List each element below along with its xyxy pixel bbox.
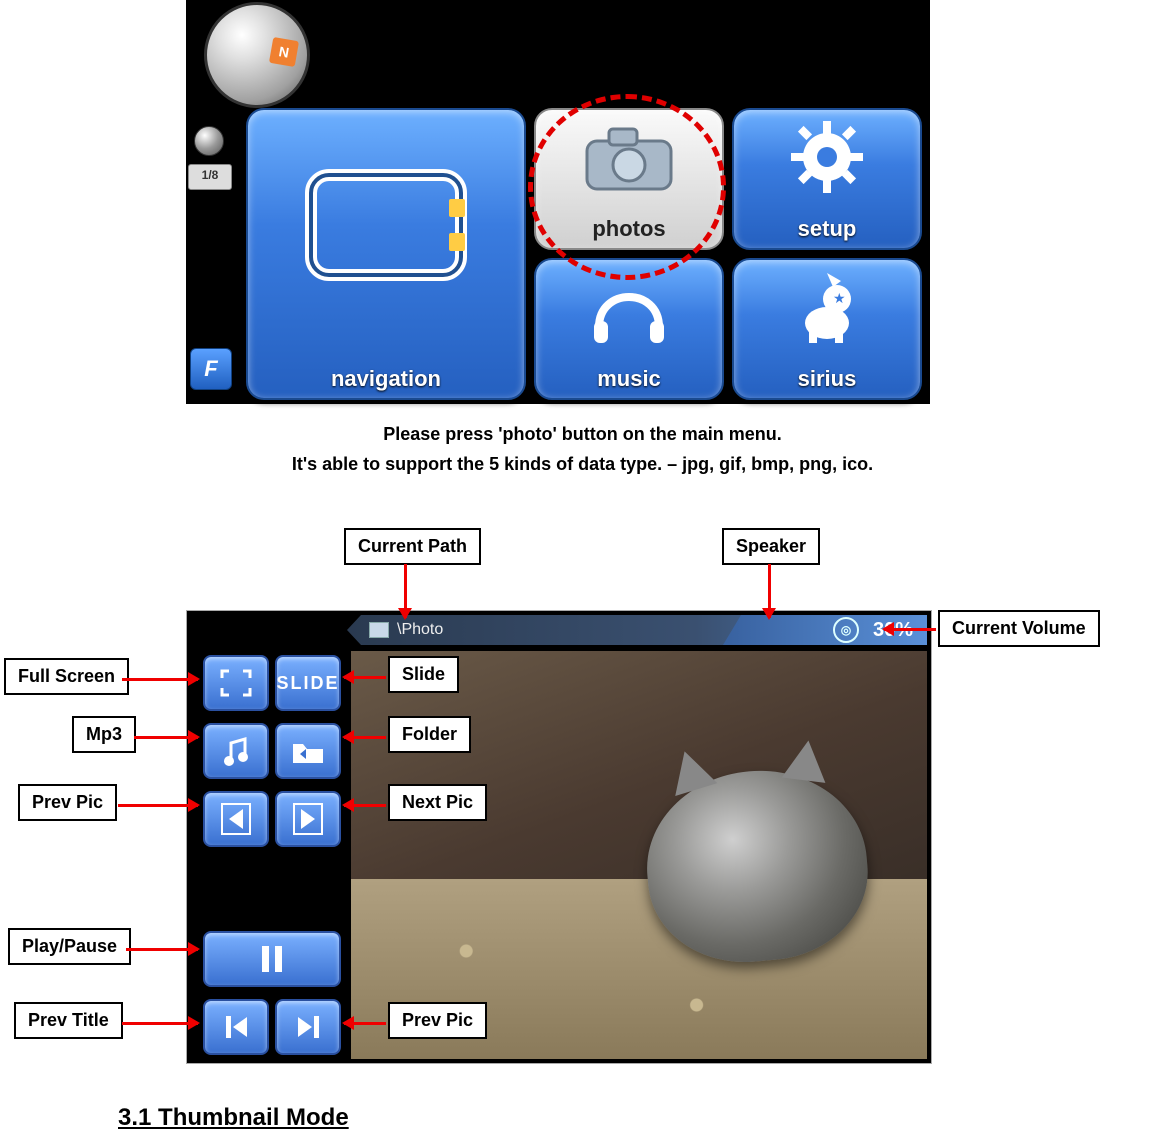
callout-current-path: Current Path <box>344 528 481 565</box>
headphones-icon <box>536 260 722 354</box>
photos-button[interactable]: photos <box>534 108 724 250</box>
main-menu-screenshot: 1/8 F navigation photos <box>186 0 930 404</box>
small-sphere-icon <box>194 126 224 156</box>
play-pause-button[interactable] <box>203 931 341 987</box>
arrow-current-volume <box>884 628 936 631</box>
callout-speaker: Speaker <box>722 528 820 565</box>
callout-current-volume: Current Volume <box>938 610 1100 647</box>
photos-label: photos <box>536 216 722 242</box>
f-badge-icon: F <box>190 348 232 390</box>
navigation-screen-icon <box>248 110 524 340</box>
callout-full-screen: Full Screen <box>4 658 129 695</box>
navigation-label: navigation <box>248 366 524 392</box>
arrow-folder <box>344 736 386 739</box>
callout-prev-title: Prev Title <box>14 1002 123 1039</box>
arrow-prev-title <box>122 1022 198 1025</box>
callout-mp3: Mp3 <box>72 716 136 753</box>
slide-button-label: SLIDE <box>277 673 340 694</box>
compass-globe-icon <box>204 2 310 108</box>
arrow-speaker <box>768 564 771 618</box>
folder-mini-icon <box>369 622 389 638</box>
navigation-button[interactable]: navigation <box>246 108 526 400</box>
arrow-next-pic <box>344 804 386 807</box>
next-title-button[interactable] <box>275 999 341 1055</box>
callout-prev-pic: Prev Pic <box>18 784 117 821</box>
callout-next-pic: Next Pic <box>388 784 487 821</box>
setup-label: setup <box>734 216 920 242</box>
svg-text:★: ★ <box>833 290 846 306</box>
next-pic-button[interactable] <box>275 791 341 847</box>
setup-button[interactable]: setup <box>732 108 922 250</box>
arrow-current-path <box>404 564 407 618</box>
slide-button[interactable]: SLIDE <box>275 655 341 711</box>
folder-button[interactable] <box>275 723 341 779</box>
caption-line-2: It's able to support the 5 kinds of data… <box>0 454 1165 475</box>
prev-pic-button[interactable] <box>203 791 269 847</box>
speaker-icon <box>833 617 859 643</box>
arrow-prev-pic <box>118 804 198 807</box>
sirius-button[interactable]: ★ sirius <box>732 258 922 400</box>
callout-prev-pic-2: Prev Pic <box>388 1002 487 1039</box>
callout-play-pause: Play/Pause <box>8 928 131 965</box>
photo-display-area <box>351 651 927 1059</box>
arrow-full-screen <box>122 678 198 681</box>
music-button[interactable]: music <box>534 258 724 400</box>
music-label: music <box>536 366 722 392</box>
arrow-prev-pic-2 <box>344 1022 386 1025</box>
caption-line-1: Please press 'photo' button on the main … <box>0 424 1165 445</box>
camera-icon <box>536 110 722 204</box>
mp3-button[interactable] <box>203 723 269 779</box>
photo-viewer-screenshot: \Photo 30% SLIDE <box>186 610 932 1064</box>
arrow-play-pause <box>126 948 198 951</box>
prev-title-button[interactable] <box>203 999 269 1055</box>
arrow-slide <box>344 676 386 679</box>
callout-slide: Slide <box>388 656 459 693</box>
sirius-dog-icon: ★ <box>734 260 920 354</box>
callout-folder: Folder <box>388 716 471 753</box>
section-heading: 3.1 Thumbnail Mode <box>118 1104 349 1132</box>
scale-indicator: 1/8 <box>188 164 232 190</box>
gear-icon <box>734 110 920 204</box>
sirius-label: sirius <box>734 366 920 392</box>
fullscreen-button[interactable] <box>203 655 269 711</box>
arrow-mp3 <box>134 736 198 739</box>
current-path-text: \Photo <box>397 621 443 639</box>
